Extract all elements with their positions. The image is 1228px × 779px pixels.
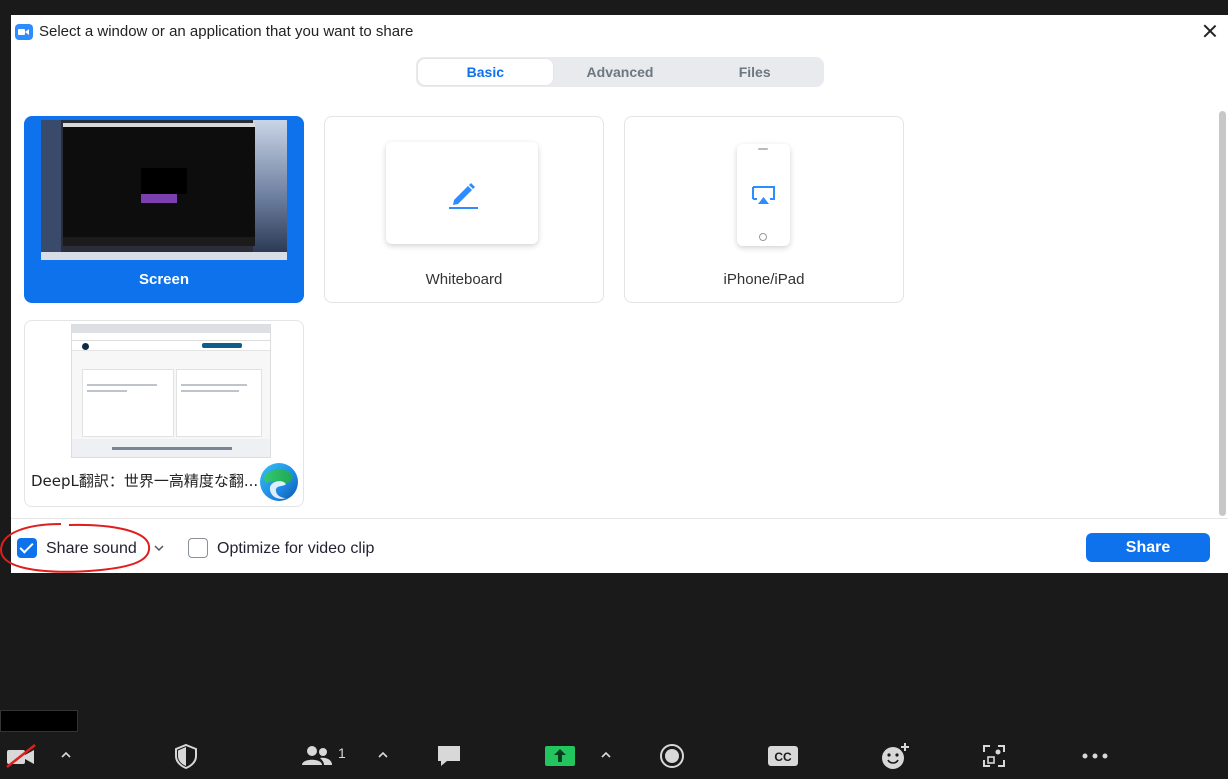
phone-icon	[737, 144, 790, 246]
participants-icon	[302, 746, 332, 765]
closed-caption-icon: CC	[768, 746, 798, 766]
more-icon	[1082, 753, 1108, 759]
share-sound-checkbox[interactable]	[17, 538, 37, 558]
pen-icon	[449, 183, 478, 209]
whiteboard-label: Whiteboard	[425, 271, 503, 288]
close-icon[interactable]	[1200, 21, 1220, 41]
share-option-iphone-ipad[interactable]: iPhone/iPad	[624, 116, 904, 303]
airplay-icon	[752, 186, 775, 204]
chat-icon	[438, 746, 460, 766]
zoom-app-icon	[15, 24, 33, 40]
apps-button[interactable]	[980, 742, 1008, 770]
svg-text:CC: CC	[774, 750, 792, 764]
reactions-button[interactable]	[880, 742, 910, 770]
share-option-deepl-window[interactable]: DeepL翻訳：世界一高精度な翻...	[24, 320, 304, 507]
share-option-whiteboard[interactable]: Whiteboard	[324, 116, 604, 303]
tab-basic[interactable]: Basic	[418, 59, 553, 85]
reactions-icon	[882, 743, 909, 769]
browser-thumbnail	[71, 324, 271, 458]
apps-icon	[983, 745, 1005, 767]
screen-label: Screen	[138, 271, 190, 288]
share-tabs: Basic Advanced Files	[416, 57, 824, 87]
closed-caption-button[interactable]: CC	[766, 742, 800, 770]
vertical-scrollbar[interactable]	[1219, 111, 1226, 516]
optimize-video-checkbox[interactable]	[188, 538, 208, 558]
share-options-caret-icon[interactable]	[600, 750, 612, 760]
security-icon	[175, 743, 197, 769]
participant-name-tag	[0, 710, 78, 732]
tab-advanced[interactable]: Advanced	[553, 59, 688, 85]
chevron-down-icon[interactable]	[153, 542, 165, 554]
share-dialog: Select a window or an application that y…	[0, 15, 1228, 573]
share-screen-icon	[545, 746, 575, 766]
divider	[11, 518, 1228, 519]
participants-count: 1	[338, 745, 346, 761]
video-options-caret-icon[interactable]	[60, 750, 72, 760]
record-button[interactable]	[658, 742, 686, 770]
optimize-video-label: Optimize for video clip	[217, 540, 375, 557]
share-sound-label: Share sound	[46, 540, 137, 557]
deepl-window-label: DeepL翻訳：世界一高精度な翻...	[31, 472, 259, 490]
participants-button[interactable]	[300, 742, 334, 770]
record-icon	[660, 744, 684, 768]
more-button[interactable]	[1080, 742, 1110, 770]
whiteboard-card	[386, 142, 538, 244]
screen-thumbnail	[41, 120, 287, 260]
chat-button[interactable]	[434, 742, 464, 770]
edge-browser-icon	[260, 463, 298, 501]
security-button[interactable]	[172, 742, 200, 770]
share-button[interactable]: Share	[1086, 533, 1210, 562]
tab-files[interactable]: Files	[687, 59, 822, 85]
video-off-button[interactable]	[4, 742, 38, 770]
video-off-icon	[6, 744, 36, 768]
iphone-label: iPhone/iPad	[723, 271, 805, 288]
title-bar: Select a window or an application that y…	[11, 15, 1228, 49]
share-screen-button[interactable]	[544, 742, 576, 770]
share-option-screen[interactable]: Screen	[24, 116, 304, 303]
participants-options-caret-icon[interactable]	[377, 750, 389, 760]
dialog-title: Select a window or an application that y…	[39, 23, 414, 40]
